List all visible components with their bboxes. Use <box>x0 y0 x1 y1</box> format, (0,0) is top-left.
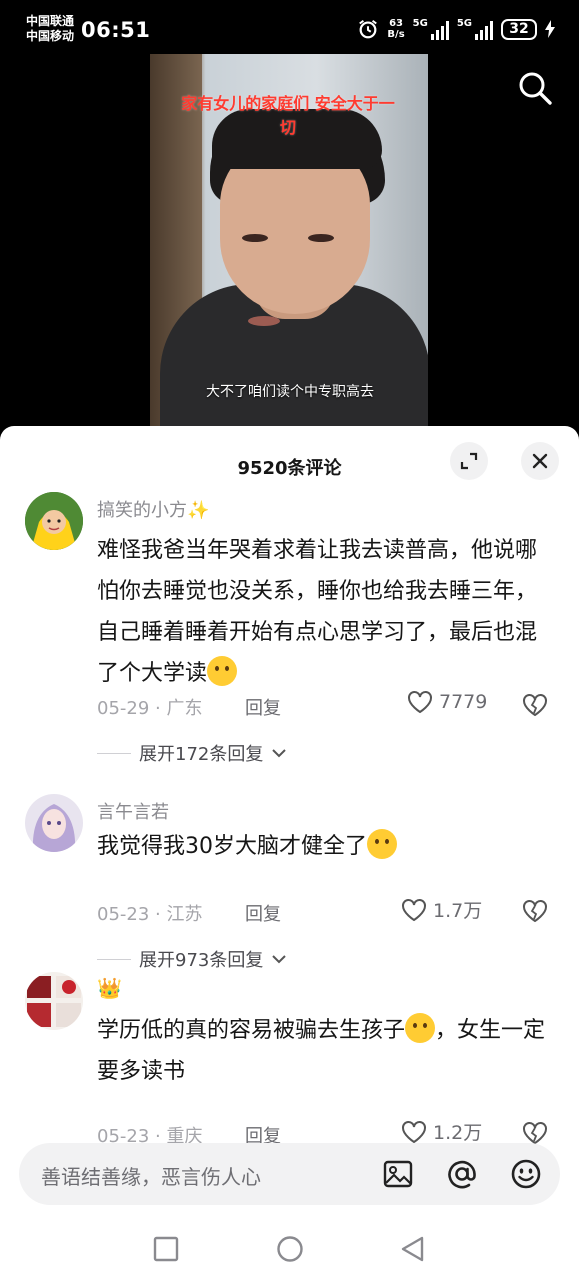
broken-heart-icon[interactable] <box>521 692 549 718</box>
comment-text: 难怪我爸当年哭着求着让我去读普高，他说哪怕你去睡觉也没关系，睡你也给我去睡三年，… <box>97 538 538 686</box>
system-nav-bar <box>0 1214 579 1280</box>
carrier-labels: 中国联通 中国移动 <box>26 14 74 44</box>
broken-heart-icon[interactable] <box>521 898 549 924</box>
speed-value: 63 <box>389 18 403 29</box>
expand-replies-label: 展开172条回复 <box>139 744 264 765</box>
close-button[interactable] <box>521 442 559 480</box>
comment-input-placeholder: 善语结善缘，恶言伤人心 <box>41 1165 261 1189</box>
status-bar: 中国联通 中国移动 06:51 63 B/s 5G 5G 32 <box>0 0 579 54</box>
comment-input[interactable]: 善语结善缘，恶言伤人心 <box>19 1143 560 1205</box>
mention-icon[interactable] <box>445 1157 479 1191</box>
like-count: 1.2万 <box>433 1122 483 1144</box>
image-icon[interactable] <box>381 1157 415 1191</box>
reply-button[interactable]: 回复 <box>245 694 281 720</box>
comment-meta: 05-23 · 江苏 <box>97 904 203 925</box>
expand-replies-button[interactable]: 展开973条回复 <box>97 946 287 972</box>
comments-count-title: 9520条评论 <box>237 458 342 479</box>
avatar[interactable] <box>25 794 83 852</box>
reply-button[interactable]: 回复 <box>245 900 281 926</box>
expand-button[interactable] <box>450 442 488 480</box>
like-button[interactable]: 1.7万 <box>401 896 482 923</box>
heart-icon <box>402 1120 426 1143</box>
status-icons: 63 B/s 5G 5G 32 <box>357 18 555 40</box>
avatar[interactable] <box>25 492 83 550</box>
charging-icon <box>545 20 555 38</box>
signal-icon: 5G <box>413 18 449 40</box>
network-speed: 63 B/s <box>387 18 404 40</box>
clock: 06:51 <box>81 18 151 42</box>
alarm-icon <box>359 19 378 39</box>
back-icon[interactable] <box>400 1236 426 1262</box>
emoji-icon[interactable] <box>509 1157 543 1191</box>
video-frame: 家有女儿的家庭们 安全大于一切 大不了咱们读个中专职高去 <box>150 54 428 430</box>
comment-username[interactable]: 👑 <box>97 976 122 1000</box>
heart-icon <box>408 691 432 714</box>
comment-username[interactable]: 言午言若 <box>97 798 169 824</box>
comment-username[interactable]: 搞笑的小方✨ <box>97 496 209 522</box>
video-player[interactable]: 家有女儿的家庭们 安全大于一切 大不了咱们读个中专职高去 <box>0 54 579 434</box>
signal-icon-2: 5G <box>457 18 493 40</box>
like-button[interactable]: 1.2万 <box>401 1118 482 1145</box>
like-count: 7779 <box>439 691 488 713</box>
network-type-2: 5G <box>456 18 472 29</box>
heart-icon <box>402 898 426 921</box>
search-icon[interactable] <box>517 70 553 106</box>
network-type-1: 5G <box>412 18 428 29</box>
speed-unit: B/s <box>387 29 405 40</box>
avatar[interactable] <box>25 972 83 1030</box>
expand-replies-label: 展开973条回复 <box>139 950 264 971</box>
like-button[interactable]: 7779 <box>407 690 487 714</box>
expand-replies-button[interactable]: 展开172条回复 <box>97 740 287 766</box>
carrier-2: 中国移动 <box>26 29 75 43</box>
recents-icon[interactable] <box>153 1236 179 1262</box>
home-icon[interactable] <box>276 1235 304 1263</box>
like-count: 1.7万 <box>433 900 483 922</box>
comment-text: 学历低的真的容易被骗去生孩子 ，女生一定要多读书 <box>97 1010 557 1092</box>
chevron-down-icon <box>272 749 287 758</box>
comment-text: 我觉得我30岁大脑才健全了 <box>97 826 557 867</box>
video-title-overlay: 家有女儿的家庭们 安全大于一切 <box>181 94 395 137</box>
video-subtitle: 大不了咱们读个中专职高去 <box>206 384 374 400</box>
blush-emoji <box>405 1013 436 1043</box>
expand-icon <box>460 452 478 470</box>
chevron-down-icon <box>272 955 287 964</box>
close-icon <box>532 453 548 469</box>
battery-indicator: 32 <box>501 18 537 40</box>
sweat-smile-emoji <box>367 829 397 859</box>
carrier-1: 中国联通 <box>26 14 75 28</box>
laughing-tears-emoji <box>207 656 238 686</box>
comment-meta: 05-29 · 广东 <box>97 698 203 719</box>
